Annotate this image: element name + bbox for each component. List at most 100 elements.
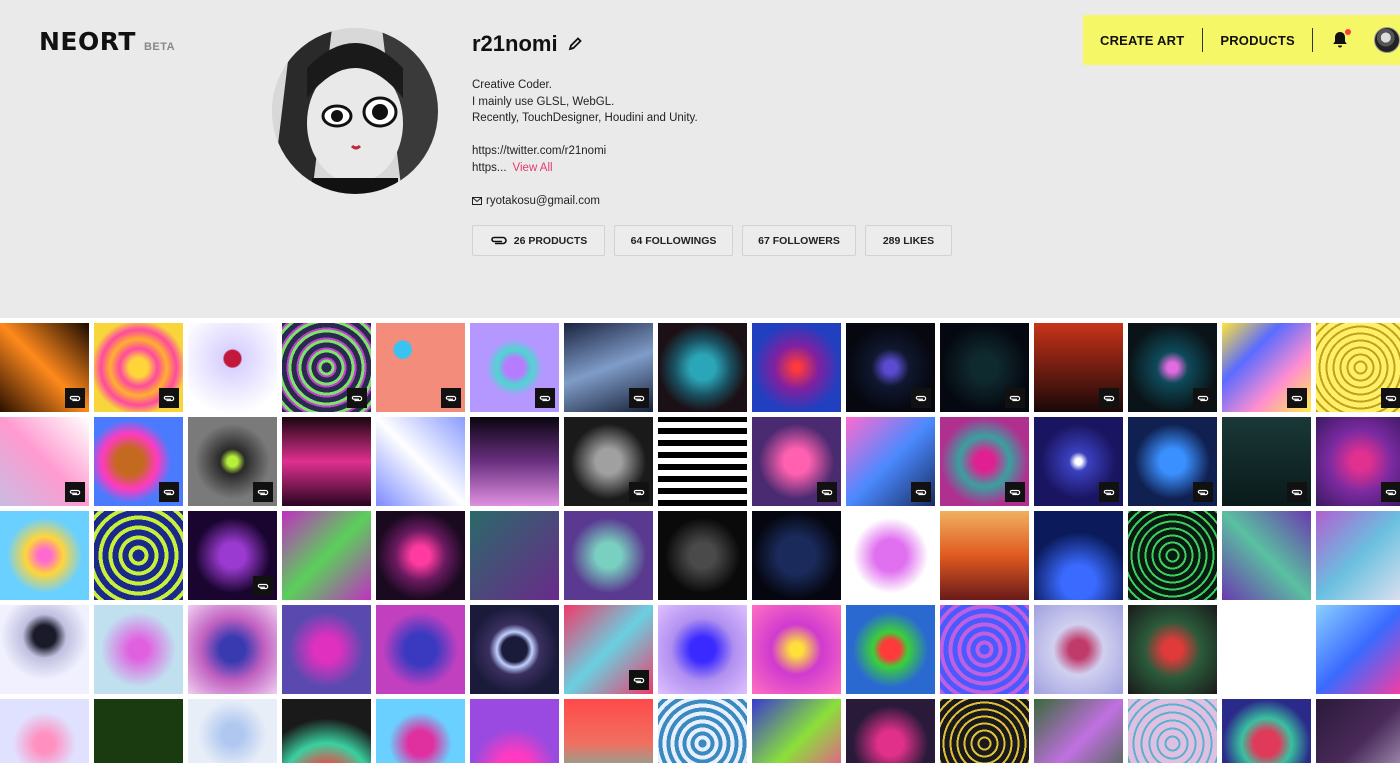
likes-count: 289 LIKES bbox=[882, 234, 935, 247]
products-button[interactable]: PRODUCTS bbox=[1220, 33, 1295, 48]
artwork-thumbnail[interactable] bbox=[282, 511, 371, 600]
artwork-thumbnail[interactable] bbox=[564, 699, 653, 763]
artwork-thumbnail[interactable] bbox=[1034, 605, 1123, 694]
artwork-thumbnail[interactable] bbox=[1316, 323, 1400, 412]
artwork-thumbnail[interactable] bbox=[94, 417, 183, 506]
paperclip-icon bbox=[257, 583, 269, 589]
artwork-thumbnail[interactable] bbox=[846, 323, 935, 412]
artwork-thumbnail[interactable] bbox=[564, 417, 653, 506]
artwork-thumbnail[interactable] bbox=[282, 417, 371, 506]
artwork-thumbnail[interactable] bbox=[940, 605, 1029, 694]
artwork-thumbnail[interactable] bbox=[752, 605, 841, 694]
artwork-thumbnail[interactable] bbox=[376, 323, 465, 412]
brand-logo[interactable]: NEORT BETA bbox=[39, 27, 175, 56]
artwork-thumbnail[interactable] bbox=[376, 699, 465, 763]
artwork-thumbnail[interactable] bbox=[0, 605, 89, 694]
artwork-thumbnail[interactable] bbox=[752, 417, 841, 506]
artwork-thumbnail[interactable] bbox=[282, 605, 371, 694]
artwork-thumbnail[interactable] bbox=[846, 699, 935, 763]
likes-count-button[interactable]: 289 LIKES bbox=[865, 225, 952, 256]
artwork-thumbnail[interactable] bbox=[470, 511, 559, 600]
artwork-thumbnail[interactable] bbox=[1222, 323, 1311, 412]
artwork-thumbnail[interactable] bbox=[0, 417, 89, 506]
artwork-thumbnail[interactable] bbox=[1034, 323, 1123, 412]
artwork-thumbnail[interactable] bbox=[752, 511, 841, 600]
followings-count-button[interactable]: 64 FOLLOWINGS bbox=[614, 225, 733, 256]
artwork-thumbnail[interactable] bbox=[470, 323, 559, 412]
artwork-thumbnail[interactable] bbox=[658, 511, 747, 600]
artwork-thumbnail[interactable] bbox=[752, 323, 841, 412]
user-avatar-menu[interactable] bbox=[1373, 27, 1400, 53]
artwork-thumbnail[interactable] bbox=[940, 417, 1029, 506]
products-count-button[interactable]: 26 PRODUCTS bbox=[472, 225, 605, 256]
paperclip-icon bbox=[1291, 395, 1303, 401]
artwork-thumbnail[interactable] bbox=[658, 417, 747, 506]
artwork-thumbnail[interactable] bbox=[1316, 699, 1400, 763]
artwork-thumbnail[interactable] bbox=[846, 511, 935, 600]
artwork-thumbnail[interactable] bbox=[1128, 605, 1217, 694]
paperclip-icon bbox=[1197, 489, 1209, 495]
artwork-thumbnail[interactable] bbox=[0, 323, 89, 412]
artwork-thumbnail[interactable] bbox=[1034, 699, 1123, 763]
artwork-thumbnail[interactable] bbox=[1128, 323, 1217, 412]
artwork-thumbnail[interactable] bbox=[940, 511, 1029, 600]
artwork-thumbnail[interactable] bbox=[1316, 417, 1400, 506]
product-badge bbox=[253, 576, 273, 596]
artwork-thumbnail[interactable] bbox=[0, 699, 89, 763]
artwork-thumbnail[interactable] bbox=[188, 511, 277, 600]
artwork-thumbnail[interactable] bbox=[94, 511, 183, 600]
artwork-thumbnail[interactable] bbox=[1222, 605, 1311, 694]
artwork-thumbnail[interactable] bbox=[1222, 417, 1311, 506]
artwork-thumbnail[interactable] bbox=[0, 511, 89, 600]
paperclip-icon bbox=[633, 677, 645, 683]
artwork-thumbnail[interactable] bbox=[470, 605, 559, 694]
artwork-thumbnail[interactable] bbox=[940, 699, 1029, 763]
product-badge bbox=[347, 388, 367, 408]
artwork-thumbnail[interactable] bbox=[470, 417, 559, 506]
artwork-thumbnail[interactable] bbox=[1222, 699, 1311, 763]
artwork-thumbnail[interactable] bbox=[94, 605, 183, 694]
artwork-thumbnail[interactable] bbox=[1316, 511, 1400, 600]
artwork-thumbnail[interactable] bbox=[1128, 511, 1217, 600]
artwork-thumbnail[interactable] bbox=[752, 699, 841, 763]
artwork-thumbnail[interactable] bbox=[470, 699, 559, 763]
artwork-thumbnail[interactable] bbox=[376, 605, 465, 694]
twitter-link[interactable]: https://twitter.com/r21nomi bbox=[472, 143, 698, 160]
artwork-thumbnail[interactable] bbox=[94, 323, 183, 412]
artwork-thumbnail[interactable] bbox=[282, 323, 371, 412]
view-all-link[interactable]: View All bbox=[513, 162, 553, 174]
artwork-thumbnail[interactable] bbox=[658, 605, 747, 694]
pencil-icon[interactable] bbox=[568, 37, 582, 51]
artwork-thumbnail[interactable] bbox=[846, 605, 935, 694]
artwork-thumbnail[interactable] bbox=[658, 323, 747, 412]
artwork-thumbnail[interactable] bbox=[1034, 511, 1123, 600]
artwork-thumbnail[interactable] bbox=[658, 699, 747, 763]
artwork-thumbnail[interactable] bbox=[188, 323, 277, 412]
artwork-thumbnail[interactable] bbox=[282, 699, 371, 763]
artwork-thumbnail[interactable] bbox=[1316, 605, 1400, 694]
bell-icon[interactable] bbox=[1332, 29, 1351, 49]
artwork-thumbnail[interactable] bbox=[1034, 417, 1123, 506]
product-badge bbox=[817, 482, 837, 502]
artwork-thumbnail[interactable] bbox=[1222, 511, 1311, 600]
email-address[interactable]: ryotakosu@gmail.com bbox=[486, 193, 600, 210]
artwork-thumbnail[interactable] bbox=[1128, 417, 1217, 506]
artwork-thumbnail[interactable] bbox=[940, 323, 1029, 412]
create-art-button[interactable]: CREATE ART bbox=[1100, 33, 1184, 48]
artwork-thumbnail[interactable] bbox=[564, 605, 653, 694]
artwork-thumbnail[interactable] bbox=[1128, 699, 1217, 763]
artwork-thumbnail[interactable] bbox=[188, 605, 277, 694]
artwork-thumbnail[interactable] bbox=[188, 699, 277, 763]
product-badge bbox=[1005, 388, 1025, 408]
artwork-thumbnail[interactable] bbox=[564, 511, 653, 600]
artwork-thumbnail[interactable] bbox=[564, 323, 653, 412]
truncated-link[interactable]: https... bbox=[472, 162, 507, 174]
artwork-thumbnail[interactable] bbox=[846, 417, 935, 506]
paperclip-icon bbox=[163, 489, 175, 495]
product-badge bbox=[65, 388, 85, 408]
followers-count-button[interactable]: 67 FOLLOWERS bbox=[742, 225, 856, 256]
artwork-thumbnail[interactable] bbox=[376, 511, 465, 600]
artwork-thumbnail[interactable] bbox=[376, 417, 465, 506]
artwork-thumbnail[interactable] bbox=[188, 417, 277, 506]
artwork-thumbnail[interactable] bbox=[94, 699, 183, 763]
